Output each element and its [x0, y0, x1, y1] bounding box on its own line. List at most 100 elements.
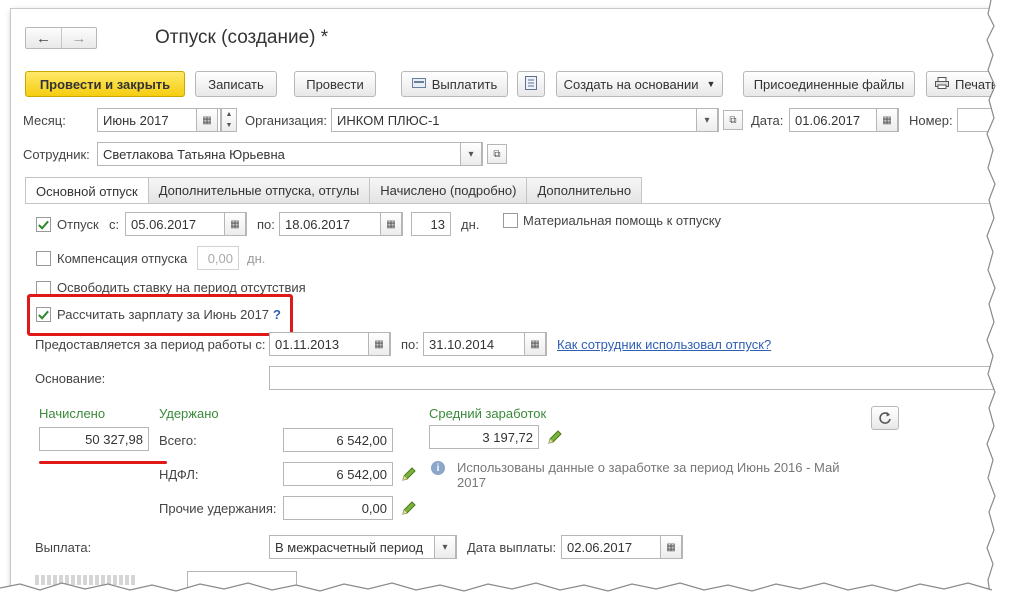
highlight-frame [27, 294, 293, 336]
date-value: 01.06.2017 [795, 112, 861, 128]
work-period-to-label: по: [401, 337, 419, 352]
withheld-total-field[interactable]: 6 542,00 [283, 428, 393, 452]
date-label: Дата: [751, 113, 784, 128]
dropdown-arrow-icon[interactable]: ▾ [696, 109, 718, 131]
create-based-on-button[interactable]: Создать на основании ▼ [556, 71, 723, 97]
chevron-down-icon: ▼ [706, 79, 716, 89]
leave-from-value: 05.06.2017 [131, 216, 197, 232]
pay-icon [411, 77, 426, 92]
tab-additional[interactable]: Дополнительно [526, 177, 643, 203]
leave-usage-link[interactable]: Как сотрудник использовал отпуск? [557, 337, 771, 352]
calendar-icon[interactable]: ▦ [524, 333, 546, 355]
leave-checkbox[interactable] [36, 217, 51, 232]
work-period-to-field[interactable]: 31.10.2014 ▦ [423, 332, 547, 356]
attached-files-button[interactable]: Присоединенные файлы [743, 71, 915, 97]
pencil-icon[interactable] [401, 500, 417, 516]
basis-field[interactable] [269, 366, 999, 390]
checkmark-icon [38, 220, 49, 230]
payment-value: В межрасчетный период [275, 539, 424, 555]
work-period-label: Предоставляется за период работы с: [35, 337, 266, 352]
document-window: ← → Отпуск (создание) * Провести и закры… [10, 8, 1000, 593]
report-button[interactable] [517, 71, 545, 97]
leave-to-value: 18.06.2017 [285, 216, 351, 232]
report-icon [525, 75, 537, 93]
torn-edge-decoration [985, 0, 1017, 602]
withheld-total-label: Всего: [159, 433, 197, 448]
date-field[interactable]: 01.06.2017 ▦ [789, 108, 899, 132]
compensation-label: Компенсация отпуска [57, 251, 188, 266]
month-field[interactable]: Июнь 2017 ▦ [97, 108, 221, 132]
material-help-label: Материальная помощь к отпуску [523, 213, 722, 228]
tab-divider [25, 203, 999, 204]
organization-value: ИНКОМ ПЛЮС-1 [337, 112, 440, 128]
ndfl-label: НДФЛ: [159, 467, 199, 482]
pencil-icon[interactable] [547, 429, 563, 445]
leave-from-label: с: [109, 217, 120, 232]
payment-label: Выплата: [35, 540, 92, 555]
compensation-days-unit: дн. [247, 251, 266, 266]
compensation-checkbox[interactable] [36, 251, 51, 266]
calendar-icon[interactable]: ▦ [380, 213, 402, 235]
free-rate-label: Освободить ставку на период отсутствия [57, 280, 306, 295]
work-period-from-field[interactable]: 01.11.2013 ▦ [269, 332, 391, 356]
nav-buttons: ← → [25, 27, 97, 49]
leave-days-field[interactable]: 13 [411, 212, 451, 236]
dropdown-arrow-icon[interactable]: ▾ [434, 536, 456, 558]
pencil-icon[interactable] [401, 466, 417, 482]
page-title: Отпуск (создание) * [155, 27, 329, 48]
calendar-icon[interactable]: ▦ [660, 536, 682, 558]
refresh-button[interactable] [871, 406, 899, 430]
accrued-label: Начислено [39, 406, 106, 421]
refresh-icon [879, 412, 891, 424]
tab-additional-leave[interactable]: Дополнительные отпуска, отгулы [147, 177, 371, 203]
open-link-icon: ⧉ [729, 114, 737, 126]
month-label: Месяц: [23, 113, 66, 128]
tab-accrued-detail[interactable]: Начислено (подробно) [369, 177, 528, 203]
avg-earnings-field[interactable]: 3 197,72 [429, 425, 539, 449]
avg-earnings-info: Использованы данные о заработке за перио… [457, 460, 840, 490]
month-spinner[interactable]: ▲ ▼ [221, 108, 237, 132]
forward-button[interactable]: → [60, 28, 96, 48]
open-organization-button[interactable]: ⧉ [723, 110, 743, 130]
save-button[interactable]: Записать [195, 71, 277, 97]
calendar-icon[interactable]: ▦ [224, 213, 246, 235]
employee-field[interactable]: Светлакова Татьяна Юрьевна ▾ [97, 142, 483, 166]
pay-button[interactable]: Выплатить [401, 71, 508, 97]
payment-date-field[interactable]: 02.06.2017 ▦ [561, 535, 683, 559]
spin-up-icon[interactable]: ▲ [222, 109, 236, 120]
open-employee-button[interactable]: ⧉ [487, 144, 507, 164]
compensation-days-field[interactable]: 0,00 [197, 246, 239, 270]
month-value: Июнь 2017 [103, 112, 169, 128]
printer-icon [935, 76, 949, 92]
employee-value: Светлакова Татьяна Юрьевна [103, 146, 285, 162]
arrow-left-icon: ← [35, 29, 51, 47]
other-withholdings-field[interactable]: 0,00 [283, 496, 393, 520]
organization-field[interactable]: ИНКОМ ПЛЮС-1 ▾ [331, 108, 719, 132]
leave-to-field[interactable]: 18.06.2017 ▦ [279, 212, 403, 236]
spin-down-icon[interactable]: ▼ [222, 120, 236, 131]
leave-days-unit: дн. [461, 217, 480, 232]
calendar-icon[interactable]: ▦ [196, 109, 218, 131]
number-label: Номер: [909, 113, 953, 128]
post-and-close-button[interactable]: Провести и закрыть [25, 71, 185, 97]
info-icon: i [431, 461, 445, 475]
leave-from-field[interactable]: 05.06.2017 ▦ [125, 212, 247, 236]
payment-field[interactable]: В межрасчетный период ▾ [269, 535, 457, 559]
torn-bottom-decoration [0, 582, 1017, 602]
material-help-checkbox[interactable] [503, 213, 518, 228]
calendar-icon[interactable]: ▦ [368, 333, 390, 355]
accrued-field[interactable]: 50 327,98 [39, 427, 149, 451]
post-button[interactable]: Провести [294, 71, 376, 97]
leave-to-label: по: [257, 217, 275, 232]
basis-label: Основание: [35, 371, 106, 386]
accrued-underline [39, 461, 167, 464]
back-button[interactable]: ← [26, 28, 61, 48]
dropdown-arrow-icon[interactable]: ▾ [460, 143, 482, 165]
ndfl-field[interactable]: 6 542,00 [283, 462, 393, 486]
other-withholdings-label: Прочие удержания: [159, 501, 277, 516]
calendar-icon[interactable]: ▦ [876, 109, 898, 131]
payment-date-label: Дата выплаты: [467, 540, 557, 555]
leave-label: Отпуск [57, 217, 99, 232]
tab-main-leave[interactable]: Основной отпуск [25, 177, 149, 204]
withheld-label: Удержано [159, 406, 219, 421]
